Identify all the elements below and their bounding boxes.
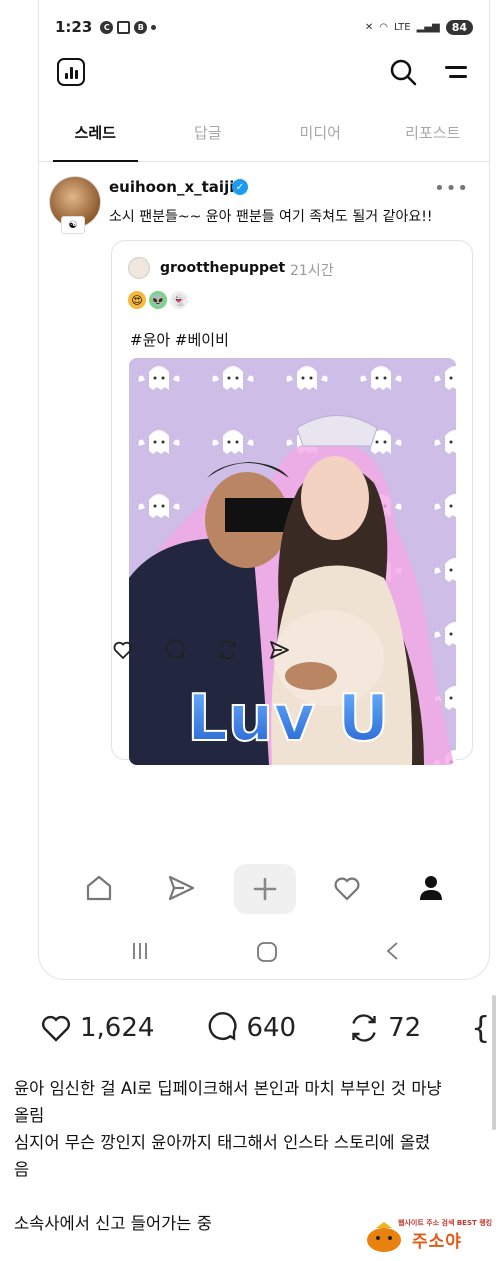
caption-line: 심지어 무슨 깡인지 윤아까지 태그해서 인스타 스토리에 올렸	[14, 1133, 431, 1152]
wifi-icon: ◠	[379, 21, 388, 33]
notification-dot-icon	[151, 24, 157, 30]
caption-line: 음	[14, 1160, 30, 1179]
deepfake-photo: Luv U	[129, 358, 456, 765]
more-options-icon[interactable]: •••	[434, 178, 469, 199]
top-bar	[39, 52, 489, 92]
alien-emoji-icon: 👽	[149, 291, 167, 309]
status-time: 1:23	[55, 18, 93, 36]
heart-icon	[42, 1015, 70, 1042]
caption-line: 윤아 임신한 걸 AI로 딥페이크해서 본인과 마치 부부인 것 마냥	[14, 1079, 442, 1098]
c-app-icon: C	[100, 20, 114, 34]
quoted-avatar[interactable]	[128, 257, 150, 279]
watermark-logo: 웹사이트 주소 검색 BEST 랭킹 주소야	[360, 1218, 492, 1256]
network-label: LTE	[393, 21, 411, 33]
reposts-count: 72	[388, 1013, 422, 1043]
post-actions	[111, 638, 291, 662]
ghost-emoji-icon: 👻	[170, 291, 188, 309]
quoted-image[interactable]: Luv U	[129, 358, 456, 765]
mute-icon: ✕	[364, 21, 374, 33]
home-icon[interactable]	[83, 872, 115, 904]
bottom-nav	[39, 864, 489, 918]
status-bar: 1:23 C B ✕ ◠ LTE ▂▄▆ 84	[55, 16, 473, 38]
battery-badge: 84	[445, 19, 473, 35]
profile-icon[interactable]	[415, 872, 447, 904]
system-nav	[39, 936, 489, 966]
share-send-icon[interactable]	[267, 638, 291, 662]
scrollbar[interactable]	[492, 995, 496, 1130]
send-icon[interactable]	[165, 872, 197, 904]
heart-eyes-emoji-icon: 😍	[128, 291, 146, 309]
search-icon[interactable]	[389, 58, 417, 86]
comment-icon[interactable]	[163, 638, 187, 662]
comment-icon	[209, 1012, 237, 1041]
repost-icon[interactable]	[215, 638, 239, 662]
tab-media[interactable]: 미디어	[264, 116, 377, 161]
status-right: ✕ ◠ LTE ▂▄▆ 84	[364, 19, 473, 35]
post-text: 소시 팬분들~~ 윤아 팬분들 여기 족쳐도 될거 같아요!!	[109, 209, 433, 225]
watermark-name: 주소야	[412, 1232, 462, 1252]
comments-count: 640	[246, 1013, 297, 1043]
b-app-icon: B	[134, 20, 148, 34]
caption-spacer	[14, 1183, 484, 1210]
compose-button[interactable]	[234, 864, 296, 914]
engagement-stats: 1,624 640 72 {	[38, 1008, 500, 1048]
plus-icon	[253, 877, 277, 901]
caption-line: 올림	[14, 1106, 45, 1125]
like-heart-icon[interactable]	[111, 638, 135, 662]
home-button-icon[interactable]	[255, 940, 279, 964]
quoted-username[interactable]: grootthepuppet	[160, 260, 285, 276]
repost-icon	[352, 1014, 376, 1042]
screenshot-icon	[117, 20, 131, 34]
emoji-row: 😍 👽 👻	[128, 291, 188, 309]
tab-replies[interactable]: 답글	[152, 116, 265, 161]
korea-flag-icon: ☯	[61, 216, 85, 234]
post-username[interactable]: euihoon_x_taiji	[109, 178, 234, 196]
menu-icon[interactable]	[445, 62, 469, 82]
likes-count: 1,624	[80, 1013, 155, 1043]
quoted-hashtags[interactable]: #윤아 #베이비	[130, 329, 229, 350]
article-caption: 윤아 임신한 걸 AI로 딥페이크해서 본인과 마치 부부인 것 마냥 올림 심…	[14, 1075, 484, 1237]
recent-apps-icon[interactable]	[129, 940, 151, 962]
quoted-time: 21시간	[290, 263, 334, 279]
status-icons: C B	[100, 20, 157, 34]
brace-icon: {	[471, 1010, 491, 1046]
tab-threads[interactable]: 스레드	[39, 116, 152, 162]
insights-chart-icon[interactable]	[57, 58, 85, 86]
quoted-post[interactable]: grootthepuppet 21시간 😍 👽 👻 #윤아 #베이비 Luv U	[111, 240, 473, 765]
likes-stat[interactable]: 1,624	[38, 1010, 154, 1046]
comments-stat[interactable]: 640	[204, 1010, 296, 1046]
luv-u-text: Luv U	[187, 682, 389, 756]
verified-badge-icon: ✓	[232, 179, 248, 195]
back-icon[interactable]	[383, 940, 403, 962]
reposts-stat[interactable]: 72	[346, 1010, 421, 1046]
signal-icon: ▂▄▆	[416, 21, 440, 33]
activity-heart-icon[interactable]	[331, 872, 363, 904]
tab-reposts[interactable]: 리포스트	[377, 116, 490, 161]
phone-screen: 1:23 C B ✕ ◠ LTE ▂▄▆ 84 스레드 답글 미디어 리포스트 …	[38, 0, 490, 980]
profile-tabs: 스레드 답글 미디어 리포스트	[39, 116, 489, 162]
